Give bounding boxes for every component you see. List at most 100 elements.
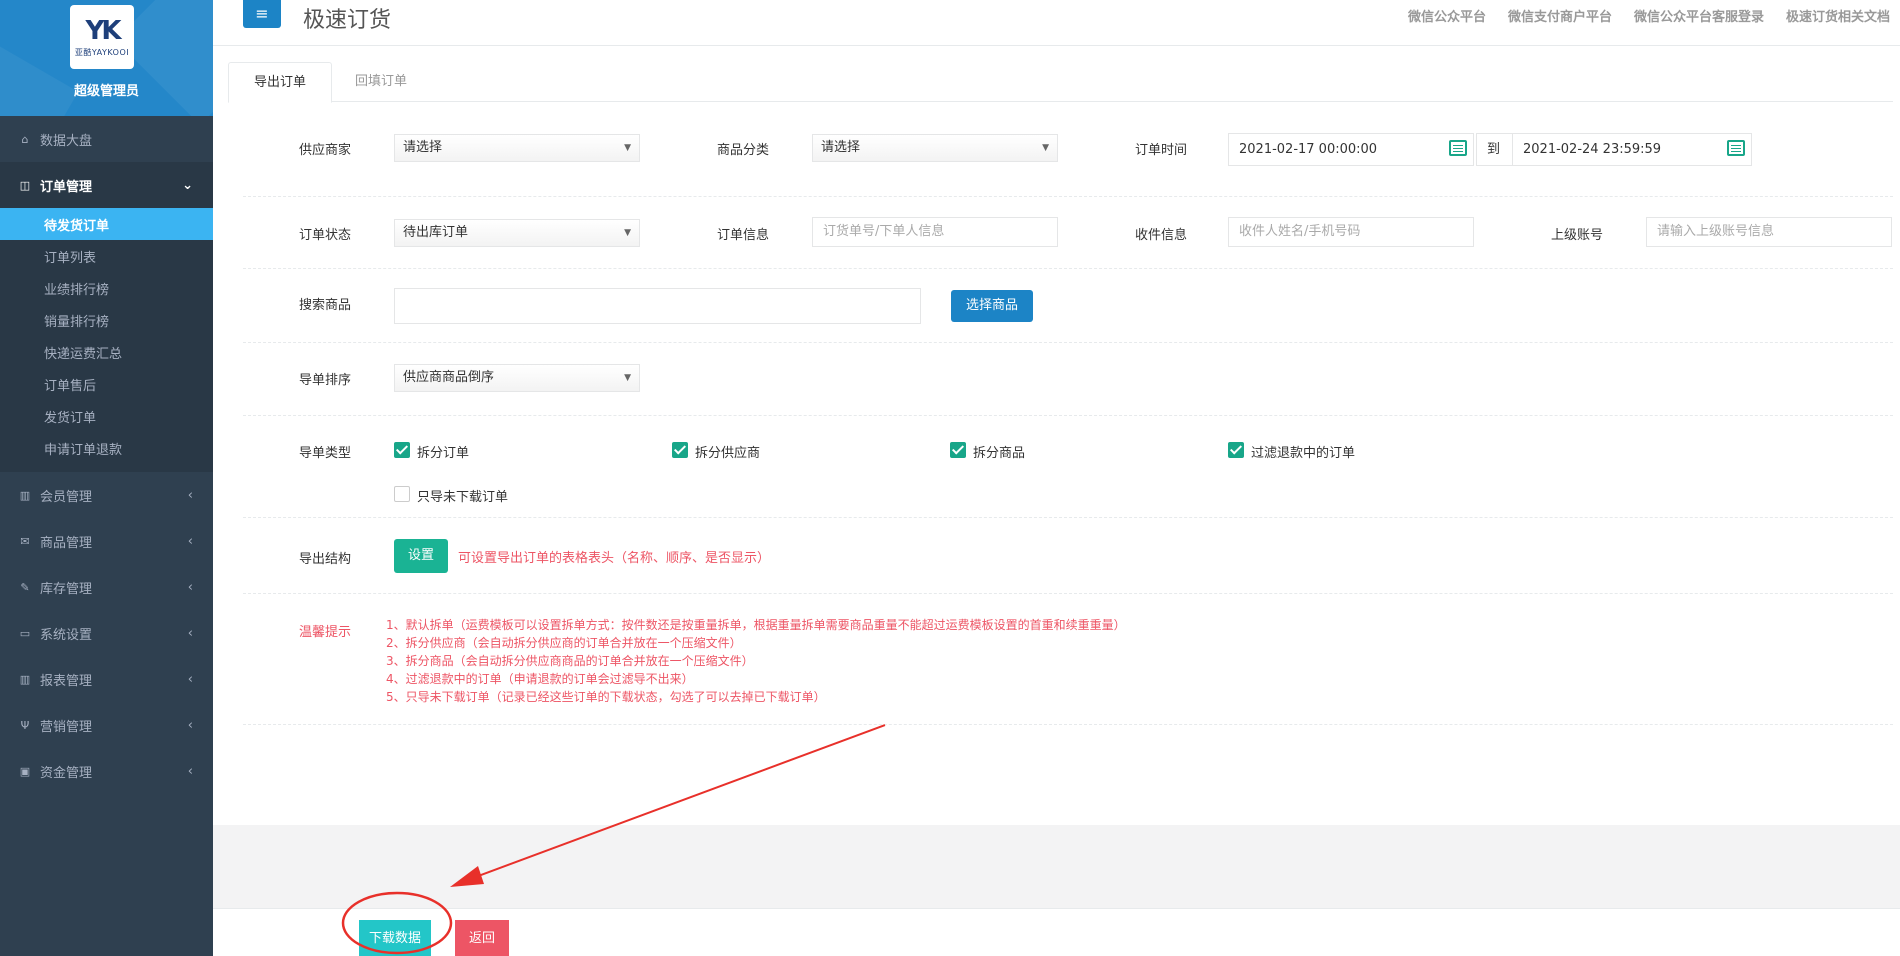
sidebar-subitem-pending[interactable]: 待发货订单: [0, 208, 213, 240]
desktop-icon: ▭: [19, 626, 31, 640]
logo[interactable]: YK 亚酷YAYKOOI: [70, 5, 134, 69]
tabs: 导出订单 回填订单: [228, 62, 1893, 103]
split-supplier-checkbox[interactable]: [672, 442, 688, 458]
category-select[interactable]: 请选择 ▼: [812, 134, 1058, 162]
sidebar-subitem-shipping-summary[interactable]: 快递运费汇总: [0, 336, 213, 368]
sidebar-item-label: 会员管理: [40, 489, 93, 505]
only-undownloaded-label[interactable]: 只导未下载订单: [417, 486, 508, 505]
split-goods-label[interactable]: 拆分商品: [973, 442, 1025, 461]
sidebar-item-label: 资金管理: [40, 765, 93, 781]
export-structure-label: 导出结构: [299, 552, 352, 567]
parent-account-input[interactable]: 请输入上级账号信息: [1646, 217, 1892, 247]
calendar-icon[interactable]: [1727, 140, 1745, 156]
export-sort-select[interactable]: 供应商商品倒序 ▼: [394, 364, 640, 392]
tip-line: 1、默认拆单（运费模板可以设置拆单方式：按件数还是按重量拆单，根据重量拆单需要商…: [386, 618, 1126, 632]
order-info-input[interactable]: 订货单号/下单人信息: [812, 217, 1058, 247]
top-bar: ≡ 极速订货 微信公众平台 微信支付商户平台 微信公众平台客服登录 极速订货相关…: [213, 0, 1900, 46]
sidebar-item-label: 库存管理: [40, 581, 93, 597]
supplier-select-value: 请选择: [403, 140, 443, 155]
logo-mark: YK: [85, 15, 122, 46]
chevron-left-icon: ‹: [187, 579, 193, 595]
sidebar: YK 亚酷YAYKOOI 超级管理员 ⌂ 数据大盘 ◫ 订单管理 ⌄ 待发货订单…: [0, 0, 213, 956]
link-wechat-platform[interactable]: 微信公众平台: [1408, 6, 1486, 25]
order-time-start-input[interactable]: 2021-02-17 00:00:00: [1228, 133, 1474, 166]
supplier-select[interactable]: 请选择 ▼: [394, 134, 640, 162]
sidebar-item-reports[interactable]: ▥ 报表管理 ‹: [0, 656, 213, 702]
sidebar-item-funds[interactable]: ▣ 资金管理 ‹: [0, 748, 213, 794]
money-icon: ▣: [19, 764, 31, 778]
chevron-down-icon: ⌄: [182, 177, 193, 193]
time-range-separator: 到: [1476, 133, 1514, 166]
filter-refund-label[interactable]: 过滤退款中的订单: [1251, 442, 1355, 461]
dropdown-arrow-icon: ▼: [624, 143, 631, 153]
sidebar-item-label: 商品管理: [40, 535, 93, 551]
form-row-tips: 温馨提示 1、默认拆单（运费模板可以设置拆单方式：按件数还是按重量拆单，根据重量…: [243, 594, 1893, 725]
split-order-checkbox[interactable]: [394, 442, 410, 458]
sidebar-subitem-performance-rank[interactable]: 业绩排行榜: [0, 272, 213, 304]
main-content: 导出订单 回填订单 供应商家 请选择 ▼ 商品分类 请选择 ▼ 订单时间 202…: [213, 47, 1900, 825]
orders-submenu: 待发货订单 订单列表 业绩排行榜 销量排行榜 快递运费汇总 订单售后 发货订单 …: [0, 208, 213, 472]
tab-export-orders[interactable]: 导出订单: [228, 62, 333, 103]
split-order-label[interactable]: 拆分订单: [417, 442, 469, 461]
sidebar-subitem-sales-rank[interactable]: 销量排行榜: [0, 304, 213, 336]
sidebar-item-orders[interactable]: ◫ 订单管理 ⌄: [0, 162, 213, 208]
menu-toggle-button[interactable]: ≡: [243, 0, 281, 28]
bar-chart-icon: ▥: [19, 488, 31, 502]
admin-name[interactable]: 超级管理员: [0, 80, 213, 99]
receiver-info-input[interactable]: 收件人姓名/手机号码: [1228, 217, 1474, 247]
link-wechat-pay[interactable]: 微信支付商户平台: [1508, 6, 1612, 25]
sidebar-subitem-refund[interactable]: 申请订单退款: [0, 432, 213, 464]
sidebar-subitem-after-sales[interactable]: 订单售后: [0, 368, 213, 400]
sidebar-header: YK 亚酷YAYKOOI 超级管理员: [0, 0, 213, 116]
chevron-left-icon: ‹: [187, 671, 193, 687]
bottom-action-bar: 下载数据 返回: [213, 908, 1900, 956]
sidebar-item-label: 订单管理: [40, 179, 93, 195]
sidebar-item-marketing[interactable]: Ψ 营销管理 ‹: [0, 702, 213, 748]
dropdown-arrow-icon: ▼: [624, 373, 631, 383]
split-supplier-label[interactable]: 拆分供应商: [695, 442, 760, 461]
form-row-filters-1: 供应商家 请选择 ▼ 商品分类 请选择 ▼ 订单时间 2021-02-17 00…: [243, 117, 1893, 197]
settings-button[interactable]: 设置: [394, 539, 448, 573]
chevron-left-icon: ‹: [187, 625, 193, 641]
chevron-left-icon: ‹: [187, 763, 193, 779]
time-range-to-label: 到: [1487, 142, 1501, 157]
sidebar-item-settings[interactable]: ▭ 系统设置 ‹: [0, 610, 213, 656]
sidebar-item-label: 系统设置: [40, 627, 93, 643]
sidebar-item-members[interactable]: ▥ 会员管理 ‹: [0, 472, 213, 518]
back-button[interactable]: 返回: [455, 920, 509, 956]
tips-label: 温馨提示: [299, 625, 352, 640]
order-time-end-input[interactable]: 2021-02-24 23:59:59: [1512, 133, 1752, 166]
order-status-select[interactable]: 待出库订单 ▼: [394, 219, 640, 247]
search-goods-input[interactable]: [394, 288, 921, 324]
columns-icon: ◫: [19, 178, 31, 192]
home-icon: ⌂: [21, 132, 29, 146]
sidebar-subitem-shipped[interactable]: 发货订单: [0, 400, 213, 432]
sidebar-nav: ⌂ 数据大盘 ◫ 订单管理 ⌄ 待发货订单 订单列表 业绩排行榜 销量排行榜 快…: [0, 116, 213, 794]
tab-backfill-orders[interactable]: 回填订单: [330, 62, 432, 103]
calendar-icon[interactable]: [1449, 140, 1467, 156]
download-data-button[interactable]: 下载数据: [359, 920, 431, 956]
order-time-end-value: 2021-02-24 23:59:59: [1523, 142, 1662, 157]
receiver-info-label: 收件信息: [1135, 228, 1188, 243]
order-status-select-value: 待出库订单: [403, 225, 469, 240]
only-undownloaded-checkbox[interactable]: [394, 486, 410, 502]
edit-icon: ✎: [20, 580, 30, 594]
search-goods-label: 搜索商品: [299, 298, 352, 313]
sidebar-item-dashboard[interactable]: ⌂ 数据大盘: [0, 116, 213, 162]
sidebar-item-goods[interactable]: ✉ 商品管理 ‹: [0, 518, 213, 564]
sidebar-subitem-order-list[interactable]: 订单列表: [0, 240, 213, 272]
tip-line: 4、过滤退款中的订单（申请退款的订单会过滤导不出来）: [386, 672, 694, 686]
chevron-left-icon: ‹: [187, 487, 193, 503]
form-row-search: 搜索商品 选择商品: [243, 269, 1893, 343]
form-row-sort: 导单排序 供应商商品倒序 ▼: [243, 343, 1893, 416]
bar-chart-icon: ▥: [19, 672, 31, 686]
select-goods-button[interactable]: 选择商品: [951, 290, 1033, 322]
split-goods-checkbox[interactable]: [950, 442, 966, 458]
link-wechat-service[interactable]: 微信公众平台客服登录: [1634, 6, 1764, 25]
order-info-label: 订单信息: [717, 228, 770, 243]
link-docs[interactable]: 极速订货相关文档: [1786, 6, 1890, 25]
page-title: 极速订货: [303, 8, 392, 33]
sidebar-item-inventory[interactable]: ✎ 库存管理 ‹: [0, 564, 213, 610]
order-time-label: 订单时间: [1135, 143, 1188, 158]
filter-refund-checkbox[interactable]: [1228, 442, 1244, 458]
